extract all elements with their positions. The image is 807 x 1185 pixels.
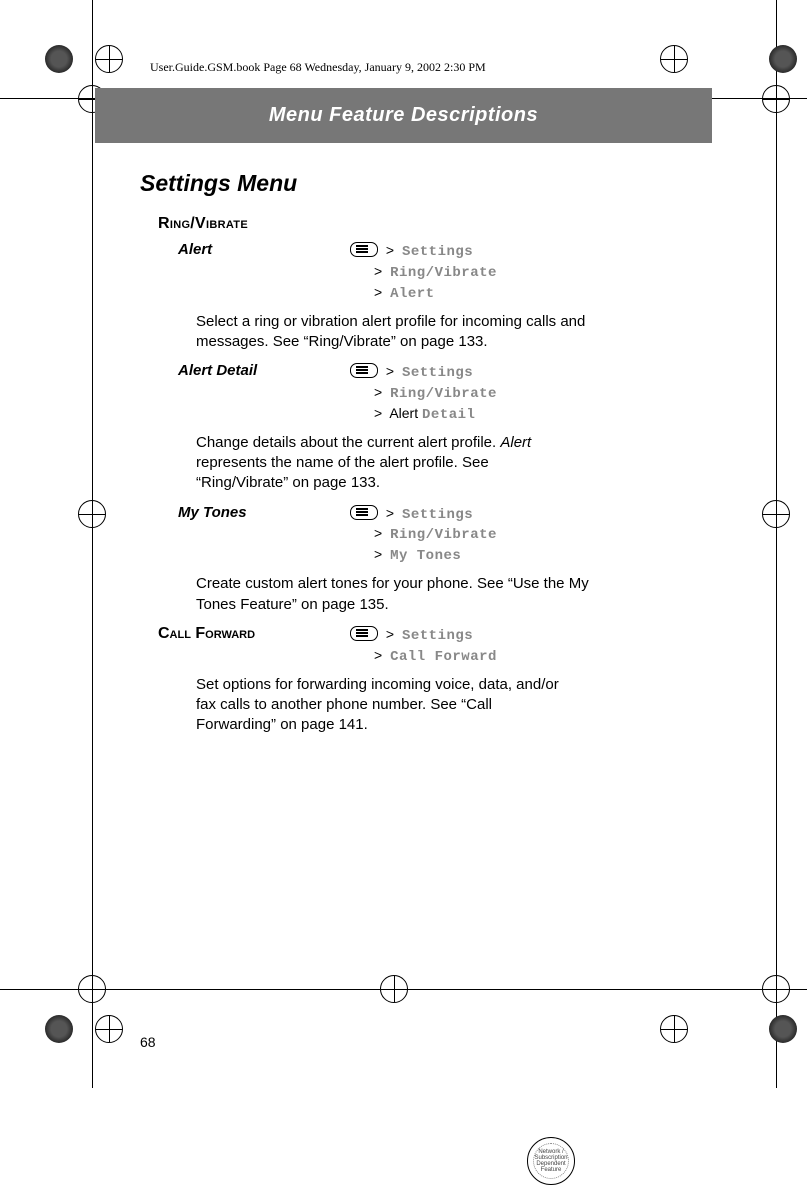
chapter-title: Menu Feature Descriptions [269,104,538,127]
desc-alert: Select a ring or vibration alert profile… [196,312,600,353]
crop-line-left [92,0,93,1088]
entry-call-forward: Call Forward > Settings > Call Forward N… [158,625,640,667]
menu-key-icon [350,363,378,378]
register-dot-icon [769,45,797,73]
entry-my-tones: My Tones > Settings > Ring/Vibrate > My … [178,504,640,567]
section-call-forward: Call Forward [158,625,350,643]
network-dependent-badge-icon: Network / Subscription Dependent Feature [527,1137,575,1185]
desc-my-tones: Create custom alert tones for your phone… [196,574,600,615]
register-cross-icon [78,975,106,1003]
menu-key-icon [350,626,378,641]
register-cross-icon [660,1015,688,1043]
register-cross-icon [762,500,790,528]
register-cross-icon [762,975,790,1003]
menu-key-icon [350,242,378,257]
crop-line-right [776,0,777,1088]
page-title: Settings Menu [140,170,640,197]
section-ring-vibrate: Ring/Vibrate [158,215,640,233]
doc-header-line: User.Guide.GSM.book Page 68 Wednesday, J… [150,60,486,75]
nav-path-alert: > Settings > Ring/Vibrate > Alert [350,241,497,304]
entry-label-alert-detail: Alert Detail [178,362,350,379]
chapter-banner: Menu Feature Descriptions [95,88,712,143]
entry-alert: Alert > Settings > Ring/Vibrate > Alert [178,241,640,304]
entry-alert-detail: Alert Detail > Settings > Ring/Vibrate >… [178,362,640,425]
desc-alert-detail: Change details about the current alert p… [196,433,556,494]
page-number: 68 [140,1034,156,1050]
register-cross-icon [660,45,688,73]
register-dot-icon [769,1015,797,1043]
nav-path-my-tones: > Settings > Ring/Vibrate > My Tones [350,504,497,567]
register-cross-icon [762,85,790,113]
page-content: Settings Menu Ring/Vibrate Alert > Setti… [140,170,640,745]
register-cross-icon [95,45,123,73]
register-cross-icon [95,1015,123,1043]
register-cross-icon [78,500,106,528]
nav-path-call-forward: > Settings > Call Forward [350,625,497,667]
register-cross-icon [380,975,408,1003]
entry-label-my-tones: My Tones [178,504,350,521]
desc-call-forward: Set options for forwarding incoming voic… [196,675,566,736]
menu-key-icon [350,505,378,520]
register-dot-icon [45,45,73,73]
entry-label-alert: Alert [178,241,350,258]
nav-path-alert-detail: > Settings > Ring/Vibrate > Alert Detail [350,362,497,425]
register-dot-icon [45,1015,73,1043]
